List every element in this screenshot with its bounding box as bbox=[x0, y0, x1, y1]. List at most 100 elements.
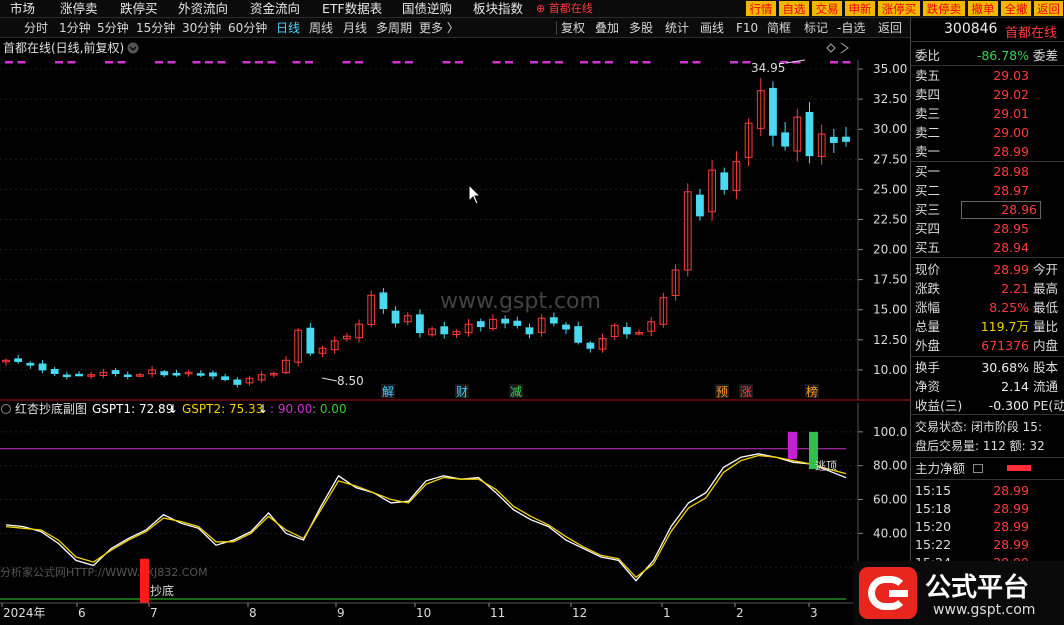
stat-row[interactable]: 收益(三) -0.300 PE(动 bbox=[911, 396, 1064, 415]
nav-market[interactable]: 市场 bbox=[10, 0, 35, 18]
period-monthly[interactable]: 月线 bbox=[343, 18, 367, 38]
nav-foreign-flow[interactable]: 外资流向 bbox=[178, 0, 228, 18]
signal-dot bbox=[405, 61, 413, 64]
tool-back[interactable]: 返回 bbox=[878, 18, 902, 38]
tool-statistics[interactable]: 统计 bbox=[665, 18, 689, 38]
indicator-gear-icon[interactable] bbox=[1, 404, 11, 414]
bid-row[interactable]: 买四 28.95 bbox=[911, 219, 1064, 238]
top-signal-dots bbox=[5, 61, 851, 64]
period-multi[interactable]: 多周期 bbox=[376, 18, 412, 38]
tool-add-watch[interactable]: -自选 bbox=[837, 18, 865, 38]
tool-simple-frame[interactable]: 简框 bbox=[767, 18, 791, 38]
event-marker[interactable]: 解 bbox=[381, 384, 395, 399]
candle-body bbox=[720, 172, 729, 190]
signal-dot bbox=[630, 61, 638, 64]
btn-trade[interactable]: 交易 bbox=[811, 0, 843, 17]
row-value: 28.99 bbox=[993, 262, 1029, 277]
ask-row[interactable]: 卖一 28.99 bbox=[911, 142, 1064, 161]
stat-row[interactable]: 换手 30.68% 股本 bbox=[911, 358, 1064, 377]
tick-row[interactable]: 15:18 28.99 bbox=[911, 499, 1064, 518]
btn-limit-down-sell[interactable]: 跌停卖 bbox=[922, 0, 966, 17]
row-extra-label: 最高 bbox=[1033, 281, 1059, 296]
tool-overlay[interactable]: 叠加 bbox=[595, 18, 619, 38]
buy-signal-label: 抄底 bbox=[150, 583, 174, 598]
nav-etf-table[interactable]: ETF数据表 bbox=[322, 0, 382, 18]
bid-row[interactable]: 买一 28.98 bbox=[911, 162, 1064, 181]
tick-row[interactable]: 15:22 28.99 bbox=[911, 535, 1064, 554]
period-timeshare[interactable]: 分时 bbox=[24, 18, 48, 38]
candle-body bbox=[696, 194, 704, 217]
period-weekly[interactable]: 周线 bbox=[309, 18, 333, 38]
event-marker[interactable]: 减 bbox=[509, 384, 523, 399]
event-marker[interactable]: 榜 bbox=[805, 384, 819, 399]
diamond-icon[interactable] bbox=[826, 43, 836, 53]
stat-row[interactable]: 涨跌 2.21 最高 bbox=[911, 279, 1064, 298]
event-marker[interactable]: 财 bbox=[455, 384, 469, 399]
signal-dot bbox=[192, 61, 201, 64]
row-label: 买四 bbox=[915, 221, 941, 236]
stat-row[interactable]: 净资 2.14 流通 bbox=[911, 377, 1064, 396]
period-1min[interactable]: 1分钟 bbox=[59, 18, 91, 38]
signal-dot bbox=[155, 61, 163, 64]
chart-toolbar: 分时 1分钟 5分钟 15分钟 30分钟 60分钟 日线 周线 月线 多周期 更… bbox=[0, 18, 910, 38]
btn-watchlist[interactable]: 自选 bbox=[778, 0, 810, 17]
list-icon[interactable] bbox=[973, 464, 983, 473]
ask-row[interactable]: 卖二 29.00 bbox=[911, 123, 1064, 142]
nav-capital-flow[interactable]: 资金流向 bbox=[250, 0, 300, 18]
chart-options-icon[interactable] bbox=[127, 42, 139, 54]
period-15min[interactable]: 15分钟 bbox=[136, 18, 175, 38]
tick-row[interactable]: 15:15 28.99 bbox=[911, 481, 1064, 500]
nav-sector-index[interactable]: 板块指数 bbox=[473, 0, 523, 18]
bid-row[interactable]: 买五 28.94 bbox=[911, 238, 1064, 257]
tool-f10[interactable]: F10 bbox=[736, 18, 758, 38]
tool-mark[interactable]: 标记 bbox=[804, 18, 828, 38]
bid-row[interactable]: 买二 28.97 bbox=[911, 181, 1064, 200]
period-30min[interactable]: 30分钟 bbox=[182, 18, 221, 38]
tick-row[interactable]: 15:20 28.99 bbox=[911, 517, 1064, 536]
candle-body bbox=[805, 111, 814, 157]
period-60min[interactable]: 60分钟 bbox=[228, 18, 267, 38]
candle-body bbox=[111, 370, 120, 375]
stock-hint-name: 首都在线 bbox=[548, 2, 593, 15]
bid-row[interactable]: 买三 28.96 bbox=[911, 200, 1064, 219]
btn-quote[interactable]: 行情 bbox=[745, 0, 777, 17]
low-marker: 8.50 bbox=[321, 374, 364, 388]
stat-row[interactable]: 外盘 671376 内盘 bbox=[911, 336, 1064, 355]
event-marker[interactable]: 预 bbox=[715, 384, 729, 399]
btn-new-ipo[interactable]: 申新 bbox=[844, 0, 876, 17]
gspt2-label: GSPT2: 75.33 bbox=[182, 402, 263, 416]
toolbar-separator bbox=[556, 21, 557, 35]
stat-row[interactable]: 总量 119.7万 量比 bbox=[911, 317, 1064, 336]
candle-body bbox=[574, 326, 583, 343]
stock-hint: ⊕ 首都在线 bbox=[536, 2, 593, 15]
ask-row[interactable]: 卖四 29.02 bbox=[911, 85, 1064, 104]
btn-back-top[interactable]: 返回 bbox=[1033, 0, 1064, 17]
after-hours-text: 盘后交易量: 112 额: 32 bbox=[915, 439, 1045, 453]
btn-cancel-order[interactable]: 撤单 bbox=[967, 0, 999, 17]
event-marker[interactable]: 涨 bbox=[739, 384, 753, 399]
btn-limit-up-buy[interactable]: 涨停买 bbox=[877, 0, 921, 17]
row-label: 收益(三) bbox=[915, 398, 963, 413]
tool-multi-stock[interactable]: 多股 bbox=[629, 18, 653, 38]
indicator-name: 红杏抄底副图 bbox=[15, 401, 87, 416]
stat-row[interactable]: 涨幅 8.25% 最低 bbox=[911, 298, 1064, 317]
chart-area[interactable]: 首都在线(日线,前复权) 35.0032.5030.0027.5025.0022… bbox=[0, 38, 910, 625]
period-daily[interactable]: 日线 bbox=[276, 18, 300, 38]
nav-bond-repo[interactable]: 国债逆购 bbox=[402, 0, 452, 18]
period-more[interactable]: 更多 〉 bbox=[419, 18, 459, 38]
signal-dot bbox=[642, 61, 651, 64]
ask-row[interactable]: 卖五 29.03 bbox=[911, 66, 1064, 85]
btn-cancel-all[interactable]: 全撤 bbox=[1000, 0, 1032, 17]
signal-dot bbox=[342, 61, 351, 64]
nav-limit-down-buy[interactable]: 跌停买 bbox=[120, 0, 158, 18]
period-5min[interactable]: 5分钟 bbox=[97, 18, 129, 38]
signal-dot bbox=[305, 61, 313, 64]
signal-dot bbox=[442, 61, 451, 64]
tool-draw[interactable]: 画线 bbox=[700, 18, 724, 38]
ask-row[interactable]: 卖三 29.01 bbox=[911, 104, 1064, 123]
nav-limit-up-sell[interactable]: 涨停卖 bbox=[60, 0, 98, 18]
event-marker-label: 减 bbox=[510, 385, 522, 399]
chevron-right-icon[interactable] bbox=[840, 42, 849, 54]
stat-row[interactable]: 现价 28.99 今开 bbox=[911, 260, 1064, 279]
tool-adjust[interactable]: 复权 bbox=[561, 18, 585, 38]
